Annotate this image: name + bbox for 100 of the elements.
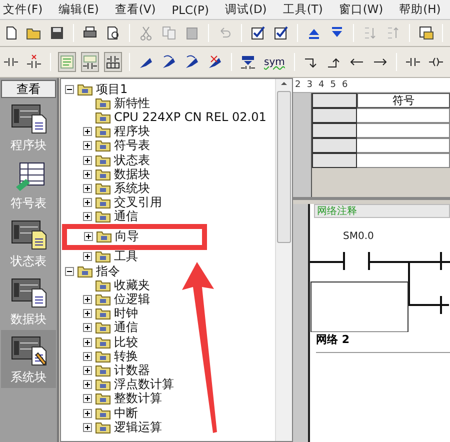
symbol-button[interactable]: sym: [262, 52, 287, 72]
tree-item[interactable]: 整数计算: [61, 392, 275, 406]
collapse-icon[interactable]: [65, 84, 74, 94]
folder-icon: [95, 96, 111, 110]
table-cell[interactable]: [357, 123, 450, 138]
folder-icon: [95, 196, 111, 210]
expand-icon[interactable]: [83, 380, 92, 390]
tree-item[interactable]: 通信: [61, 210, 275, 224]
network-title: 网络 2: [316, 332, 350, 347]
tree-item[interactable]: 新特性: [61, 96, 275, 110]
tree-item[interactable]: 转换: [61, 349, 275, 364]
expand-icon[interactable]: [83, 198, 92, 208]
tree-item[interactable]: 交叉引用: [61, 196, 275, 210]
tree-item[interactable]: CPU 224XP CN REL 02.01: [61, 110, 275, 125]
tree-label: 新特性: [114, 96, 150, 110]
folder-icon: [95, 139, 111, 152]
tree-label: 比较: [114, 336, 138, 349]
expand-icon[interactable]: [83, 252, 92, 262]
tree-label: 交叉引用: [114, 196, 162, 210]
tree-label: 位逻辑: [114, 293, 150, 306]
expand-icon[interactable]: [83, 156, 92, 165]
tree-label: 逻辑运算: [114, 420, 162, 434]
tree-item[interactable]: 逻辑运算: [61, 420, 275, 434]
tree-label: 项目1: [96, 82, 128, 96]
scrollbar[interactable]: [275, 79, 292, 441]
table-cell[interactable]: [357, 153, 450, 168]
tree-label: 通信: [114, 210, 138, 224]
table-cell[interactable]: [357, 108, 450, 123]
tree-item[interactable]: 位逻辑: [61, 292, 275, 307]
folder-icon: [95, 250, 111, 264]
menu-item[interactable]: 查看(V): [114, 2, 156, 17]
tree-label: 系统块: [114, 182, 150, 195]
expand-icon[interactable]: [83, 394, 92, 404]
expand-icon[interactable]: [84, 232, 93, 242]
tree-label: 转换: [114, 350, 138, 363]
expand-icon[interactable]: [83, 352, 92, 361]
expand-icon[interactable]: [83, 338, 92, 347]
tree-label: 整数计算: [114, 392, 162, 406]
row-header: [312, 108, 357, 123]
tree-item[interactable]: 比较: [61, 335, 275, 350]
menu-item[interactable]: 帮助(H): [399, 2, 441, 17]
folder-icon: [95, 350, 111, 363]
expand-icon[interactable]: [83, 127, 92, 136]
tree-item[interactable]: 工具: [61, 250, 275, 264]
menu-item[interactable]: 窗口(W): [338, 2, 384, 17]
tree-label: 计数器: [114, 364, 150, 377]
menu-item[interactable]: PLC(P): [172, 2, 209, 16]
tree-item[interactable]: 浮点数计算: [61, 378, 275, 392]
column-header: 符号: [357, 93, 450, 108]
folder-icon: [95, 168, 111, 181]
tree-item[interactable]: 项目1: [61, 82, 275, 96]
tree-label: 通信: [114, 321, 138, 334]
menu-item[interactable]: 调试(D): [224, 2, 267, 17]
tree-item[interactable]: 状态表: [61, 152, 275, 168]
expand-icon[interactable]: [83, 422, 92, 432]
tree-label: CPU 224XP CN REL 02.01: [114, 110, 266, 124]
expand-icon[interactable]: [83, 366, 92, 375]
menu-item[interactable]: 工具(T): [282, 2, 323, 17]
ruler-number: 6: [342, 80, 348, 90]
view-panel-title: 查看: [1, 80, 56, 98]
tree-item[interactable]: 数据块: [61, 167, 275, 182]
folder-icon: [95, 406, 111, 420]
expand-icon[interactable]: [83, 309, 92, 318]
ladder-view-icon[interactable]: [58, 52, 76, 72]
ruler-number: 2: [295, 80, 301, 90]
tree-item[interactable]: 系统块: [61, 181, 275, 196]
table-cell[interactable]: [357, 138, 450, 153]
folder-icon: [95, 392, 111, 406]
tree-item[interactable]: 中断: [61, 406, 275, 420]
contact-label: SM0.0: [343, 231, 375, 242]
expand-icon[interactable]: [83, 141, 92, 150]
folder-icon: [96, 230, 112, 244]
ruler-number: 3: [306, 80, 312, 90]
menu-item[interactable]: 文件(F): [3, 2, 43, 17]
tree-item[interactable]: 收藏夹: [61, 278, 275, 292]
folder-icon: [95, 364, 111, 377]
folder-icon: [95, 278, 111, 292]
expand-icon[interactable]: [83, 323, 92, 332]
tree-item[interactable]: 时钟: [61, 306, 275, 321]
grid-icon[interactable]: [104, 52, 122, 72]
collapse-icon[interactable]: [65, 266, 74, 276]
folder-icon: [95, 125, 111, 138]
tree-item[interactable]: 符号表: [61, 138, 275, 153]
tree-item[interactable]: 向导: [62, 224, 207, 250]
tree-item[interactable]: 指令: [61, 264, 275, 278]
tree-item[interactable]: 计数器: [61, 363, 275, 378]
expand-icon[interactable]: [83, 408, 92, 418]
folder-icon: [95, 378, 111, 392]
expand-icon[interactable]: [83, 184, 92, 193]
tree-item[interactable]: 程序块: [61, 124, 275, 139]
tree-item[interactable]: 通信: [61, 320, 275, 335]
tree-label: 收藏夹: [114, 278, 150, 292]
expand-icon[interactable]: [83, 295, 92, 304]
expand-icon[interactable]: [83, 212, 92, 222]
ladder-edit-icon[interactable]: [81, 52, 99, 72]
folder-icon: [95, 336, 111, 349]
menu-item[interactable]: 编辑(E): [58, 2, 99, 17]
tree-label: 工具: [114, 250, 138, 264]
tree-label: 向导: [115, 230, 139, 244]
expand-icon[interactable]: [83, 170, 92, 179]
